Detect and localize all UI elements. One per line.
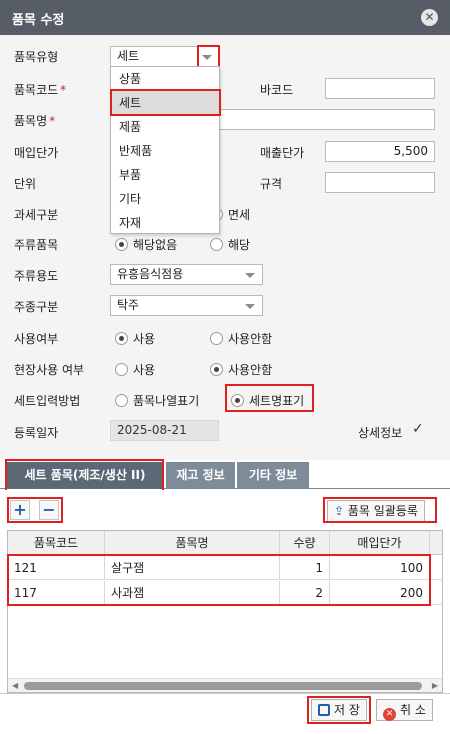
item-type-value: 세트 — [117, 49, 140, 63]
reg-date-input: 2025-08-21 — [110, 420, 219, 441]
barcode-input[interactable] — [325, 78, 435, 99]
detail-info-label: 상세정보 — [358, 426, 403, 440]
tab-stock-info[interactable]: 재고 정보 — [166, 462, 235, 489]
col-header-qty[interactable]: 수량 — [280, 531, 330, 555]
cell-qty: 2 — [280, 581, 330, 605]
grid-toolbar: + − ⇪ 품목 일괄등록 — [0, 490, 450, 530]
liquor-item-label: 주류품목 — [14, 238, 59, 252]
set-input-setname-radio[interactable]: 세트명표기 — [231, 392, 304, 409]
radio-icon — [231, 394, 244, 407]
tab-bar: 세트 품목(제조/생산 II) 재고 정보 기타 정보 — [0, 460, 450, 489]
liquor-kind-select[interactable]: 탁주 — [110, 295, 263, 316]
unit-label: 단위 — [14, 177, 37, 191]
dropdown-option[interactable]: 제품 — [111, 115, 219, 139]
radio-icon — [115, 238, 128, 251]
item-form: 품목유형 세트 품목코드 * 바코드 품목명 * 매입단가 매출단가 5,500 단… — [0, 35, 450, 460]
dropdown-option[interactable]: 반제품 — [111, 139, 219, 163]
use-flag-label: 사용여부 — [14, 332, 59, 346]
item-code-label: 품목코드 * — [14, 83, 67, 97]
liquor-kind-label: 주종구분 — [14, 300, 59, 314]
site-use-label: 현장사용 여부 — [14, 363, 85, 377]
col-header-code[interactable]: 품목코드 — [8, 531, 105, 555]
scroll-left-icon[interactable]: ◀ — [12, 681, 18, 690]
chevron-down-icon — [245, 304, 255, 309]
detail-info-checkbox[interactable]: ✓ — [412, 422, 425, 436]
item-name-label: 품목명 * — [14, 114, 56, 128]
cell-code: 121 — [8, 556, 105, 580]
chevron-down-icon — [245, 273, 255, 278]
radio-icon — [115, 394, 128, 407]
horizontal-scrollbar[interactable]: ◀ ▶ — [8, 678, 442, 692]
cell-price: 200 — [330, 581, 430, 605]
use-flag-unuse-radio[interactable]: 사용안함 — [210, 330, 272, 347]
bulk-register-button[interactable]: ⇪ 품목 일괄등록 — [327, 500, 425, 522]
cancel-button[interactable]: ✕ 취 소 — [376, 699, 433, 721]
dialog-title: 품목 수정 — [12, 13, 65, 28]
tab-other-info[interactable]: 기타 정보 — [237, 462, 309, 489]
dialog-footer: 저 장 ✕ 취 소 — [0, 693, 450, 734]
cell-code: 117 — [8, 581, 105, 605]
tab-set-items[interactable]: 세트 품목(제조/생산 II) — [6, 462, 164, 489]
cell-price: 100 — [330, 556, 430, 580]
plus-icon[interactable]: + — [10, 500, 30, 520]
reg-date-label: 등록일자 — [14, 426, 59, 440]
table-row[interactable]: 117 사과잼 2 200 — [8, 581, 442, 605]
barcode-label: 바코드 — [260, 83, 294, 97]
col-header-name[interactable]: 품목명 — [105, 531, 280, 555]
radio-icon — [115, 332, 128, 345]
radio-icon — [210, 332, 223, 345]
scrollbar-thumb[interactable] — [24, 682, 422, 690]
radio-icon — [210, 363, 223, 376]
table-row[interactable]: 121 살구잼 1 100 — [8, 556, 442, 580]
dropdown-option[interactable]: 상품 — [111, 67, 219, 91]
spec-input[interactable] — [325, 172, 435, 193]
tax-type-label: 과세구분 — [14, 208, 59, 222]
minus-icon[interactable]: − — [39, 500, 59, 520]
cell-name: 사과잼 — [105, 581, 280, 605]
liquor-item-none-radio[interactable]: 해당없음 — [115, 236, 177, 253]
sales-price-label: 매출단가 — [260, 146, 305, 160]
liquor-item-yes-radio[interactable]: 해당 — [210, 236, 250, 253]
grid-header: 품목코드 품목명 수량 매입단가 — [8, 531, 442, 555]
scroll-right-icon[interactable]: ▶ — [432, 681, 438, 690]
dropdown-option[interactable]: 부품 — [111, 163, 219, 187]
site-use-unuse-radio[interactable]: 사용안함 — [210, 361, 272, 378]
site-use-use-radio[interactable]: 사용 — [115, 361, 155, 378]
dropdown-option[interactable]: 기타 — [111, 187, 219, 211]
item-type-dropdown: 상품 세트 제품 반제품 부품 기타 자재 — [110, 66, 220, 234]
set-items-grid: 품목코드 품목명 수량 매입단가 121 살구잼 1 100 117 사과잼 2… — [7, 530, 443, 693]
purchase-price-label: 매입단가 — [14, 146, 59, 160]
close-icon[interactable]: ✕ — [421, 9, 438, 26]
chevron-down-icon[interactable] — [202, 55, 212, 60]
spec-label: 규격 — [260, 177, 283, 191]
dialog-titlebar: 품목 수정 ✕ — [0, 0, 450, 35]
required-mark: * — [60, 83, 67, 97]
upload-icon: ⇪ — [334, 504, 345, 518]
radio-icon — [210, 238, 223, 251]
cell-qty: 1 — [280, 556, 330, 580]
dropdown-option-selected[interactable]: 세트 — [111, 91, 219, 115]
set-input-list-radio[interactable]: 품목나열표기 — [115, 392, 199, 409]
item-type-label: 품목유형 — [14, 50, 59, 64]
save-button[interactable]: 저 장 — [311, 699, 367, 721]
item-type-select[interactable]: 세트 — [110, 46, 220, 67]
required-mark: * — [49, 114, 56, 128]
radio-icon — [115, 363, 128, 376]
liquor-use-label: 주류용도 — [14, 269, 59, 283]
dropdown-option[interactable]: 자재 — [111, 211, 219, 235]
col-header-price[interactable]: 매입단가 — [330, 531, 430, 555]
liquor-use-select[interactable]: 유흥음식점용 — [110, 264, 263, 285]
cancel-icon: ✕ — [383, 708, 396, 721]
cell-name: 살구잼 — [105, 556, 280, 580]
sales-price-input[interactable]: 5,500 — [325, 141, 435, 162]
use-flag-use-radio[interactable]: 사용 — [115, 330, 155, 347]
save-icon — [318, 704, 330, 716]
set-input-method-label: 세트입력방법 — [14, 394, 81, 408]
